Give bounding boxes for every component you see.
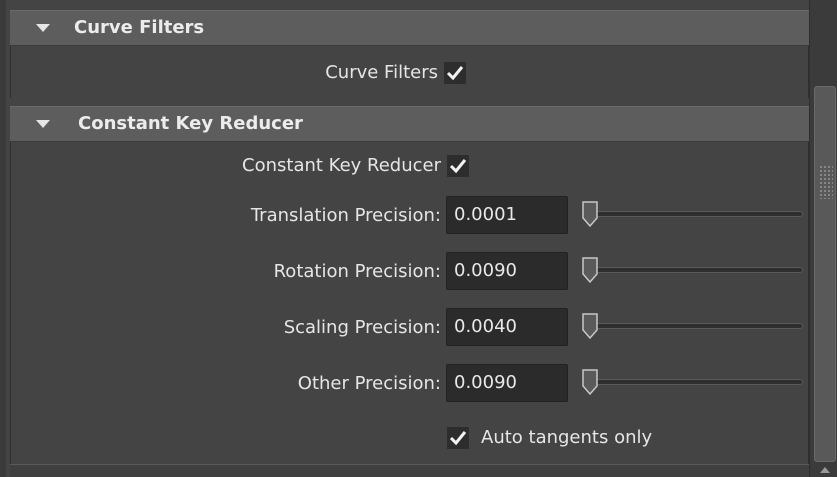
curve-filters-body: Curve Filters [10,46,809,98]
auto-tangents-label: Auto tangents only [481,427,653,448]
collapse-triangle-icon[interactable] [36,120,50,128]
vertical-scrollbar[interactable] [809,0,837,477]
grip-icon [819,165,833,199]
rotation-precision-label: Rotation Precision: [273,261,441,282]
auto-tangents-checkbox[interactable] [447,427,469,449]
translation-precision-label: Translation Precision: [250,205,441,226]
translation-precision-slider-handle[interactable] [581,201,599,227]
constant-key-reducer-title: Constant Key Reducer [78,113,303,134]
scroll-arrow-icon[interactable] [814,462,836,477]
scaling-precision-slider-handle[interactable] [581,313,599,339]
rotation-precision-slider-track[interactable] [593,267,803,273]
scaling-precision-label: Scaling Precision: [283,317,441,338]
collapsed-section-header[interactable] [10,464,809,477]
other-precision-label: Other Precision: [297,373,441,394]
constant-key-reducer-checkbox-label: Constant Key Reducer [242,155,441,176]
curve-filters-checkbox-label: Curve Filters [325,62,438,83]
other-precision-input[interactable]: 0.0090 [446,364,568,402]
scrollbar-thumb[interactable] [814,86,836,462]
translation-precision-input[interactable]: 0.0001 [446,196,568,234]
rotation-precision-input[interactable]: 0.0090 [446,252,568,290]
other-precision-slider-track[interactable] [593,379,803,385]
translation-precision-slider-track[interactable] [593,211,803,217]
scaling-precision-input[interactable]: 0.0040 [446,308,568,346]
constant-key-reducer-body [10,142,809,464]
other-precision-slider-handle[interactable] [581,369,599,395]
checkmark-icon [446,66,464,81]
constant-key-reducer-checkbox[interactable] [447,155,469,177]
curve-filters-title: Curve Filters [74,17,205,38]
checkmark-icon [449,159,467,174]
curve-filters-header[interactable]: Curve Filters [10,10,809,46]
rotation-precision-slider-handle[interactable] [581,257,599,283]
scaling-precision-slider-track[interactable] [593,323,803,329]
constant-key-reducer-header[interactable]: Constant Key Reducer [10,106,809,142]
curve-filters-checkbox[interactable] [444,62,466,84]
collapse-triangle-icon[interactable] [36,24,50,32]
checkmark-icon [449,431,467,446]
